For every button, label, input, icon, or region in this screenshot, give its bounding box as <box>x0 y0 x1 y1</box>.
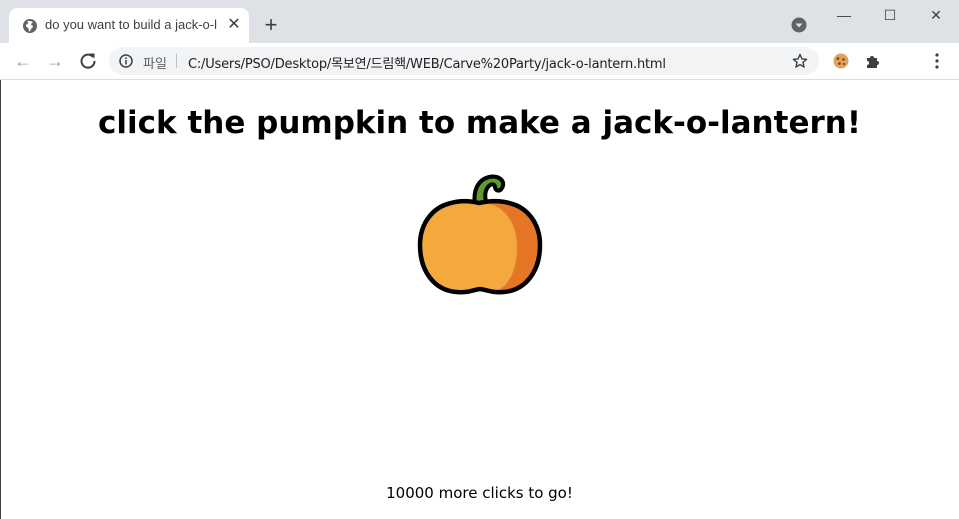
scheme-label: 파일 <box>143 57 167 72</box>
reload-icon[interactable] <box>78 51 98 71</box>
globe-icon <box>23 19 37 33</box>
pumpkin-body <box>420 201 517 293</box>
more-menu-icon[interactable] <box>929 52 945 70</box>
tab-search-dropdown-icon[interactable] <box>791 17 807 33</box>
close-window-button[interactable]: ✕ <box>922 4 950 26</box>
clicks-remaining-label: more clicks to go! <box>433 484 573 502</box>
pumpkin-button[interactable] <box>413 168 547 300</box>
tab-close-icon[interactable]: ✕ <box>225 16 243 34</box>
maximize-button[interactable]: ☐ <box>876 4 904 26</box>
browser-tab[interactable]: do you want to build a jack-o-l ✕ <box>9 8 249 43</box>
page-content: click the pumpkin to make a jack-o-lante… <box>0 80 959 519</box>
url-text[interactable]: C:/Users/PSO/Desktop/목보연/드림핵/WEB/Carve%2… <box>188 53 666 72</box>
click-counter: 10000 more clicks to go! <box>0 484 959 502</box>
page-heading: click the pumpkin to make a jack-o-lante… <box>98 105 861 141</box>
back-button[interactable]: ← <box>13 51 33 71</box>
omnibox-divider <box>176 54 177 68</box>
bookmark-star-icon[interactable] <box>792 53 808 69</box>
browser-titlebar: do you want to build a jack-o-l ✕ + — ☐ … <box>0 0 959 43</box>
address-bar[interactable]: 파일 C:/Users/PSO/Desktop/목보연/드림핵/WEB/Carv… <box>109 47 819 75</box>
extensions-puzzle-icon[interactable] <box>864 52 882 70</box>
clicks-remaining-value: 10000 <box>386 484 434 502</box>
minimize-button[interactable]: — <box>830 4 858 26</box>
cookie-extension-icon[interactable] <box>832 52 850 70</box>
new-tab-button[interactable]: + <box>261 14 281 36</box>
forward-button[interactable]: → <box>45 51 65 71</box>
browser-toolbar: ← → 파일 C:/Users/PSO/Desktop/목보연/드림핵/WEB/… <box>0 43 959 80</box>
tab-title: do you want to build a jack-o-l <box>45 17 217 32</box>
info-icon[interactable] <box>119 54 133 68</box>
